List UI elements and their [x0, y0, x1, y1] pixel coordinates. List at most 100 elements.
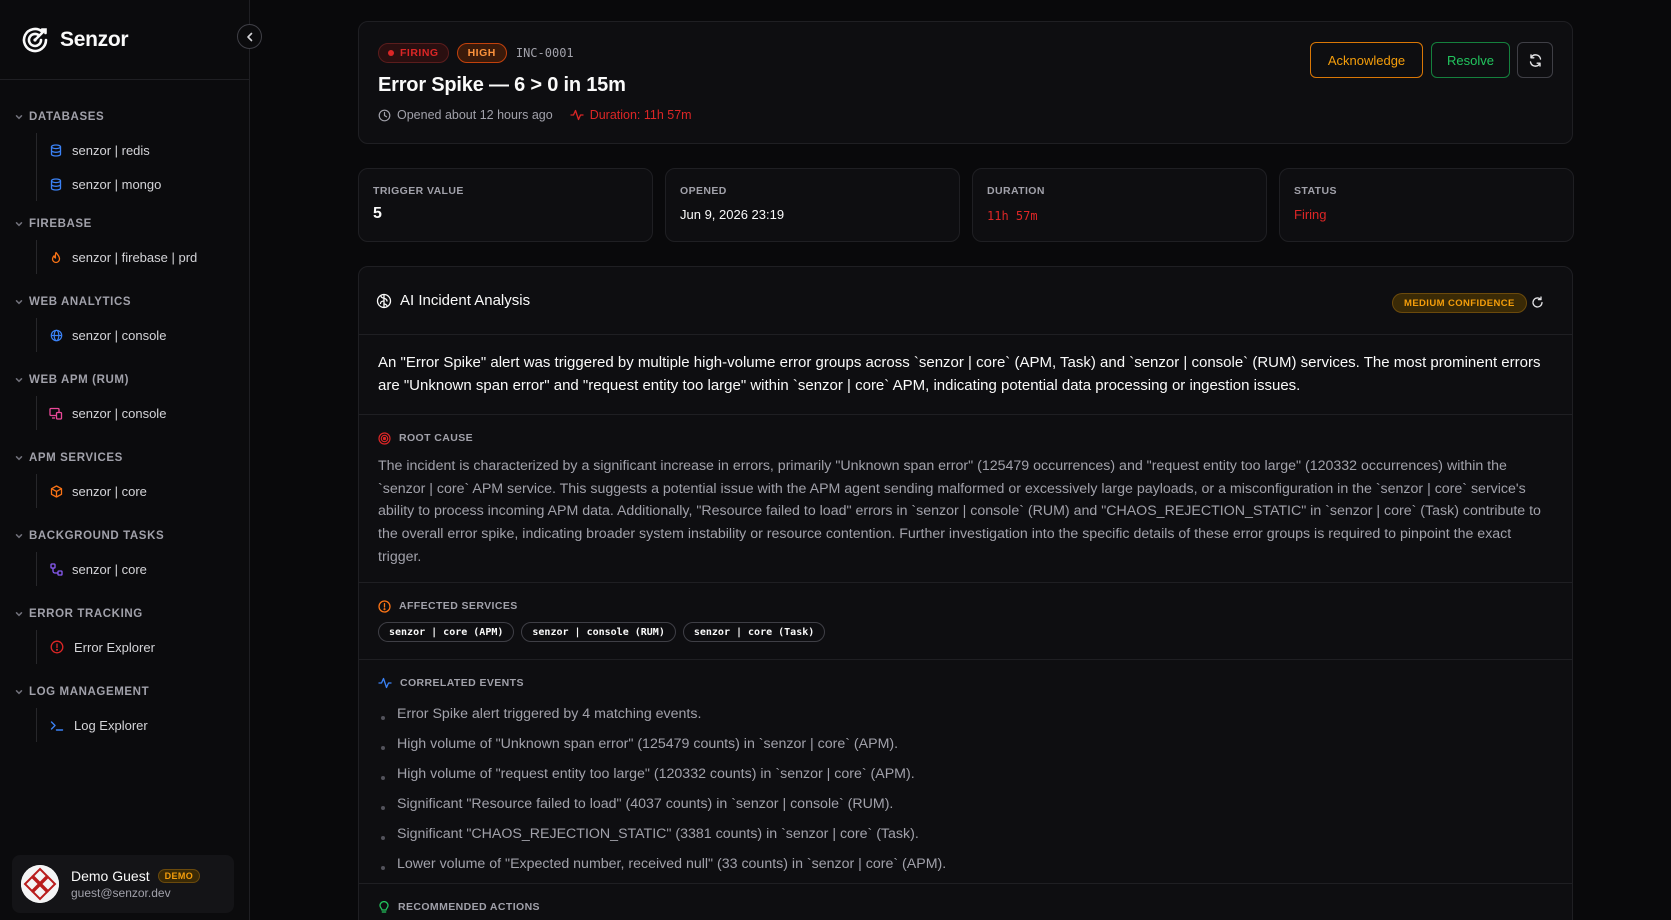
- sidebar-item-task-core[interactable]: senzor | core: [37, 552, 237, 586]
- chevron-left-icon: [244, 31, 256, 43]
- list-item: Significant "CHAOS_REJECTION_STATIC" (33…: [378, 819, 1553, 849]
- stat-label: TRIGGER VALUE: [373, 185, 464, 197]
- box-icon: [49, 484, 63, 498]
- section-items: senzor | core: [36, 552, 237, 586]
- sidebar-item-log-explorer[interactable]: Log Explorer: [37, 708, 237, 742]
- brand-name: Senzor: [60, 27, 129, 51]
- chevron-down-icon: [12, 375, 26, 385]
- incident-id: INC-0001: [515, 46, 574, 60]
- section-toggle-databases[interactable]: DATABASES: [12, 109, 237, 125]
- stat-value: 5: [373, 205, 382, 222]
- sidebar-item-mongo[interactable]: senzor | mongo: [37, 167, 237, 201]
- section-toggle-firebase[interactable]: FIREBASE: [12, 216, 237, 232]
- flame-icon: [49, 250, 63, 264]
- refresh-icon: [1528, 53, 1543, 68]
- refresh-button[interactable]: [1517, 42, 1553, 78]
- bullet: [381, 745, 385, 750]
- affected-services-list: senzor | core (APM) senzor | console (RU…: [378, 622, 1553, 642]
- event-text: Significant "CHAOS_REJECTION_STATIC" (33…: [397, 826, 919, 842]
- service-chip[interactable]: senzor | core (Task): [682, 622, 826, 642]
- terminal-icon: [49, 718, 65, 732]
- opened-text: Opened about 12 hours ago: [397, 108, 553, 122]
- avatar: [21, 865, 59, 903]
- section-title: ERROR TRACKING: [29, 608, 143, 620]
- section-items: senzor | core: [36, 474, 237, 508]
- demo-badge: DEMO: [157, 869, 201, 883]
- brand[interactable]: Senzor: [0, 0, 249, 80]
- chevron-down-icon: [12, 687, 26, 697]
- section-toggle-background-tasks[interactable]: BACKGROUND TASKS: [12, 528, 237, 544]
- regenerate-analysis-icon[interactable]: [1531, 296, 1544, 309]
- target-icon: [378, 431, 391, 445]
- section-title: WEB APM (RUM): [29, 374, 129, 386]
- acknowledge-button[interactable]: Acknowledge: [1310, 42, 1423, 78]
- sidebar-item-web-analytics-console[interactable]: senzor | console: [37, 318, 237, 352]
- section-toggle-log-management[interactable]: LOG MANAGEMENT: [12, 684, 237, 700]
- service-chip[interactable]: senzor | console (RUM): [521, 622, 676, 642]
- incident-badges: FIRING HIGH INC-0001: [378, 43, 574, 63]
- section-toggle-apm-services[interactable]: APM SERVICES: [12, 450, 237, 466]
- ai-analysis-title: AI Incident Analysis: [376, 292, 530, 309]
- stat-label: OPENED: [680, 185, 727, 197]
- section-items: Log Explorer: [36, 708, 237, 742]
- section-toggle-error-tracking[interactable]: ERROR TRACKING: [12, 606, 237, 622]
- sidebar-item-label: Log Explorer: [74, 717, 148, 733]
- chevron-down-icon: [12, 453, 26, 463]
- bullet: [381, 775, 385, 780]
- sidebar-item-label: senzor | console: [72, 405, 167, 421]
- status-badge: FIRING: [378, 43, 449, 63]
- analysis-summary: An "Error Spike" alert was triggered by …: [359, 335, 1572, 415]
- section-toggle-web-apm[interactable]: WEB APM (RUM): [12, 372, 237, 388]
- database-icon: [49, 143, 63, 157]
- database-icon: [49, 177, 63, 191]
- duration-meta: Duration: 11h 57m: [570, 108, 692, 122]
- status-badge-label: FIRING: [400, 47, 439, 59]
- nav-section-apm-services: APM SERVICES senzor | core: [0, 450, 249, 508]
- ai-analysis-panel: AI Incident Analysis MEDIUM CONFIDENCE A…: [358, 266, 1573, 920]
- section-items: senzor | redis senzor | mongo: [36, 133, 237, 201]
- sidebar-item-error-explorer[interactable]: Error Explorer: [37, 630, 237, 664]
- chevron-down-icon: [12, 531, 26, 541]
- sidebar-item-redis[interactable]: senzor | redis: [37, 133, 237, 167]
- sidebar-item-firebase-prd[interactable]: senzor | firebase | prd: [37, 240, 237, 274]
- workflow-icon: [49, 562, 63, 576]
- nav-section-databases: DATABASES senzor | redis senzor | mongo: [0, 109, 249, 201]
- section-toggle-web-analytics[interactable]: WEB ANALYTICS: [12, 294, 237, 310]
- user-card[interactable]: Demo Guest DEMO guest@senzor.dev: [12, 855, 234, 913]
- incident-header: FIRING HIGH INC-0001 Error Spike — 6 > 0…: [358, 21, 1573, 144]
- alert-circle-icon: [378, 599, 391, 613]
- page-title: Error Spike — 6 > 0 in 15m: [378, 74, 626, 96]
- affected-services-heading: AFFECTED SERVICES: [378, 599, 1553, 613]
- severity-badge: HIGH: [456, 43, 507, 63]
- bullet: [381, 835, 385, 840]
- list-item: Significant "Resource failed to load" (4…: [378, 789, 1553, 819]
- list-item: Error Spike alert triggered by 4 matchin…: [378, 699, 1553, 729]
- sidebar-item-rum-console[interactable]: senzor | console: [37, 396, 237, 430]
- lightbulb-icon: [378, 900, 390, 914]
- section-title: FIREBASE: [29, 218, 92, 230]
- ai-analysis-title-text: AI Incident Analysis: [400, 292, 531, 309]
- sidebar-item-label: Error Explorer: [74, 639, 155, 655]
- section-title: LOG MANAGEMENT: [29, 686, 150, 698]
- stat-value: Jun 9, 2026 23:19: [680, 207, 785, 222]
- sidebar-item-label: senzor | firebase | prd: [72, 249, 198, 265]
- user-email: guest@senzor.dev: [71, 886, 171, 900]
- monitor-icon: [49, 406, 63, 420]
- status-dot-icon: [388, 50, 394, 56]
- correlated-events-list: Error Spike alert triggered by 4 matchin…: [378, 699, 1553, 879]
- collapse-sidebar-button[interactable]: [237, 24, 262, 49]
- nav-section-error-tracking: ERROR TRACKING Error Explorer: [0, 606, 249, 664]
- confidence-badge: MEDIUM CONFIDENCE: [1392, 293, 1527, 313]
- sidebar-item-apm-core[interactable]: senzor | core: [37, 474, 237, 508]
- app-root: Senzor DATABASES senzor | redis senzor |…: [0, 0, 1671, 920]
- duration-text: Duration: 11h 57m: [589, 108, 692, 122]
- root-cause-heading: ROOT CAUSE: [378, 431, 1553, 445]
- recommended-actions-title: RECOMMENDED ACTIONS: [398, 901, 540, 913]
- service-chip[interactable]: senzor | core (APM): [378, 622, 515, 642]
- resolve-button[interactable]: Resolve: [1431, 42, 1510, 78]
- bullet: [381, 865, 385, 870]
- sidebar-item-label: senzor | core: [72, 483, 147, 499]
- brain-icon: [376, 293, 392, 309]
- clock-icon: [378, 109, 391, 122]
- correlated-events-heading: CORRELATED EVENTS: [378, 676, 1553, 690]
